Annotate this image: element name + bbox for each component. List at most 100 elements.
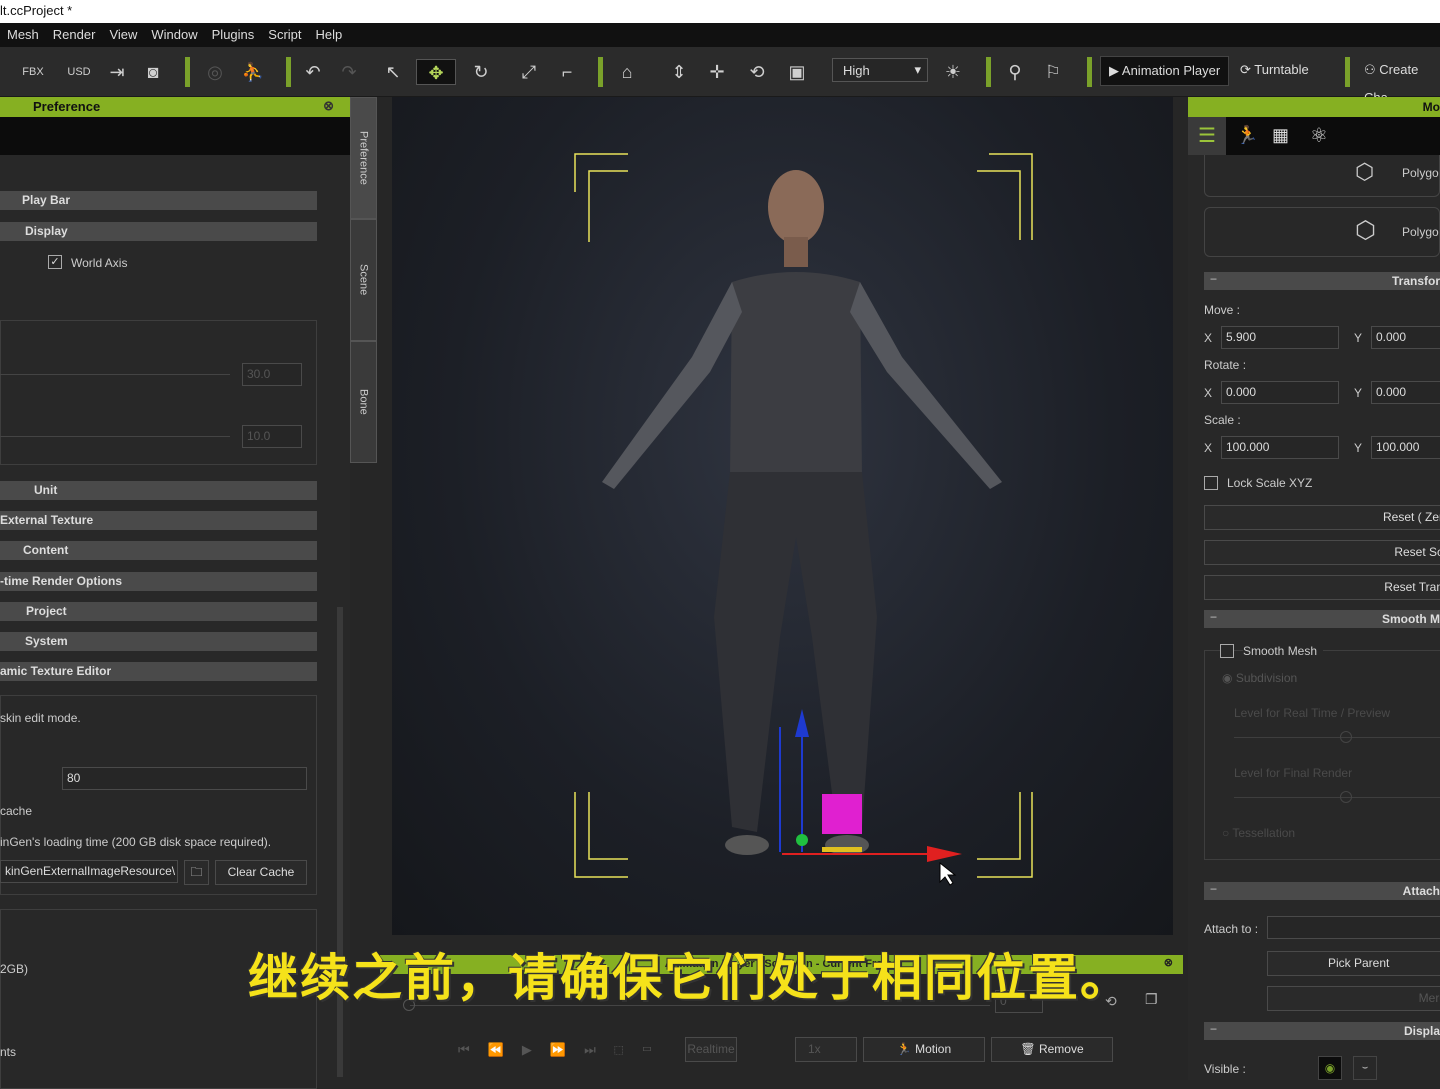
tab-scene[interactable]: Scene	[350, 219, 377, 341]
loop-range-icon[interactable]: ⬚	[614, 1042, 642, 1057]
speed-select[interactable]: 1x	[795, 1037, 857, 1062]
close-icon[interactable]: ⊗	[323, 98, 334, 114]
cache-size-input[interactable]: 80	[62, 767, 307, 790]
animation-player-button[interactable]: ▶ Animation Player	[1100, 56, 1230, 86]
fit-height-icon[interactable]: ⇕	[666, 59, 692, 85]
move-y-input[interactable]: 0.000	[1371, 326, 1440, 349]
close-icon[interactable]: ⊗	[1164, 956, 1173, 969]
browse-folder-icon[interactable]: 🗀	[184, 860, 209, 885]
menu-window[interactable]: Window	[144, 23, 204, 47]
shading-mode-icon[interactable]: ▣	[784, 59, 810, 85]
realtime-button[interactable]: Realtime	[685, 1037, 737, 1062]
menu-mesh[interactable]: Mesh	[0, 23, 46, 47]
tessellation-radio[interactable]: ○ Tessellation	[1222, 826, 1295, 840]
section-content[interactable]: Content	[0, 541, 317, 560]
reset-zero-button[interactable]: Reset ( Zer	[1204, 505, 1440, 530]
gravity-icon[interactable]: ⚲	[1002, 59, 1028, 85]
light-icon[interactable]: ☀	[940, 59, 966, 85]
create-character-button[interactable]: ⚇ Create Cha	[1356, 56, 1440, 105]
transform-section-header[interactable]: − Transfor	[1204, 272, 1440, 290]
smooth-mesh-checkbox[interactable]	[1220, 644, 1234, 658]
pick-parent-button[interactable]: Pick Parent	[1267, 951, 1440, 976]
caption-icon[interactable]: ▭	[642, 1042, 670, 1057]
scale-x-input[interactable]: 100.000	[1221, 436, 1339, 459]
window-icon[interactable]: ❐	[1145, 991, 1158, 1008]
tab-preference[interactable]: Preference	[350, 97, 377, 219]
sliders-icon[interactable]: ☰	[1188, 117, 1226, 155]
move-x-input[interactable]: 5.900	[1221, 326, 1339, 349]
section-play-bar[interactable]: Play Bar	[0, 191, 317, 210]
pose-icon[interactable]: ⛹	[240, 59, 266, 85]
move-tool-icon[interactable]: ✥	[416, 59, 456, 85]
camera-orbit-icon[interactable]: ⟲	[744, 59, 770, 85]
home-view-icon[interactable]: ⌂	[614, 59, 640, 85]
clear-cache-button[interactable]: Clear Cache	[215, 860, 307, 885]
flag-icon[interactable]: ⚐	[1040, 59, 1066, 85]
fit-all-icon[interactable]: ✛	[704, 59, 730, 85]
level-final-slider[interactable]	[1234, 797, 1440, 798]
world-axis-checkbox[interactable]: ✓	[48, 255, 62, 269]
sync-icon[interactable]: ◎	[202, 59, 228, 85]
next-frame-icon[interactable]: ⏩	[550, 1042, 584, 1057]
pivot-icon[interactable]: ⌐	[554, 59, 580, 85]
motion-button[interactable]: 🏃 Motion	[863, 1037, 985, 1062]
turntable-button[interactable]: ⟳ Turntable	[1232, 56, 1317, 86]
reset-transform-button[interactable]: Reset Tran	[1204, 575, 1440, 600]
reset-scale-button[interactable]: Reset Sc	[1204, 540, 1440, 565]
go-start-icon[interactable]: ⏮	[458, 1042, 488, 1057]
checker-tab-icon[interactable]: ▦	[1272, 125, 1289, 146]
menu-plugins[interactable]: Plugins	[205, 23, 262, 47]
level-realtime-slider[interactable]	[1234, 737, 1440, 738]
prev-frame-icon[interactable]: ⏪	[488, 1042, 522, 1057]
spin-input[interactable]: 30.0	[242, 363, 302, 386]
physics-tab-icon[interactable]: ⚛	[1310, 123, 1328, 148]
menu-script[interactable]: Script	[261, 23, 308, 47]
select-icon[interactable]: ↖	[380, 59, 406, 85]
subdivision-radio[interactable]: ◉ Subdivision	[1222, 671, 1297, 685]
section-render-options[interactable]: -time Render Options	[0, 572, 317, 591]
eye-icon[interactable]: ◉	[1318, 1056, 1342, 1080]
menu-view[interactable]: View	[102, 23, 144, 47]
export-fbx-icon[interactable]: FBX	[20, 59, 46, 85]
menu-help[interactable]: Help	[309, 23, 350, 47]
smooth-mesh-section-header[interactable]: − Smooth M	[1204, 610, 1440, 628]
section-display[interactable]: Display	[0, 222, 317, 241]
play-icon[interactable]: ▶	[522, 1042, 550, 1057]
section-project[interactable]: Project	[0, 602, 317, 621]
eye-closed-icon[interactable]: ⌣	[1353, 1056, 1377, 1080]
rotate-x-input[interactable]: 0.000	[1221, 381, 1339, 404]
cache-path-input[interactable]: kinGenExternalImageResource\	[0, 860, 178, 883]
remove-button[interactable]: 🗑 Remove	[991, 1037, 1113, 1062]
section-external-texture[interactable]: External Texture	[0, 511, 317, 530]
slider-handle[interactable]	[1340, 791, 1352, 803]
display-section-header[interactable]: − Displa	[1204, 1022, 1440, 1040]
export-usd-icon[interactable]: USD	[66, 59, 92, 85]
motion-tab-icon[interactable]: 🏃	[1236, 125, 1258, 146]
attach-to-input[interactable]	[1267, 916, 1440, 939]
attach-section-header[interactable]: − Attach	[1204, 882, 1440, 900]
section-system[interactable]: System	[0, 632, 317, 651]
menu-render[interactable]: Render	[46, 23, 103, 47]
section-unit[interactable]: Unit	[0, 481, 317, 500]
playback-controls[interactable]: ⏮⏪▶⏩⏭⬚▭	[458, 1042, 670, 1058]
polygon-button-2[interactable]: ⬡ Polygo	[1204, 207, 1440, 257]
go-end-icon[interactable]: ⏭	[584, 1042, 614, 1057]
rotate-tool-icon[interactable]: ↻	[468, 59, 494, 85]
merge-button[interactable]: Merg	[1267, 986, 1440, 1011]
rotate-y-input[interactable]: 0.000	[1371, 381, 1440, 404]
quality-select[interactable]: High ▾	[832, 58, 928, 82]
slider-track[interactable]	[0, 436, 230, 437]
undo-icon[interactable]: ↶	[300, 59, 326, 85]
polygon-button-1[interactable]: ⬡ Polygo	[1204, 155, 1440, 197]
lock-scale-checkbox[interactable]	[1204, 476, 1218, 490]
tab-bone[interactable]: Bone	[350, 341, 377, 463]
redo-icon[interactable]: ↷	[336, 59, 362, 85]
section-texture-editor[interactable]: amic Texture Editor	[0, 662, 317, 681]
slider-track[interactable]	[0, 374, 230, 375]
spin-input[interactable]: 10.0	[242, 425, 302, 448]
slider-handle[interactable]	[1340, 731, 1352, 743]
preview-icon[interactable]: ◙	[140, 59, 166, 85]
3d-viewport[interactable]	[392, 97, 1173, 935]
scale-tool-icon[interactable]: ⤢	[516, 59, 542, 85]
export-icon[interactable]: ⇥	[104, 59, 130, 85]
